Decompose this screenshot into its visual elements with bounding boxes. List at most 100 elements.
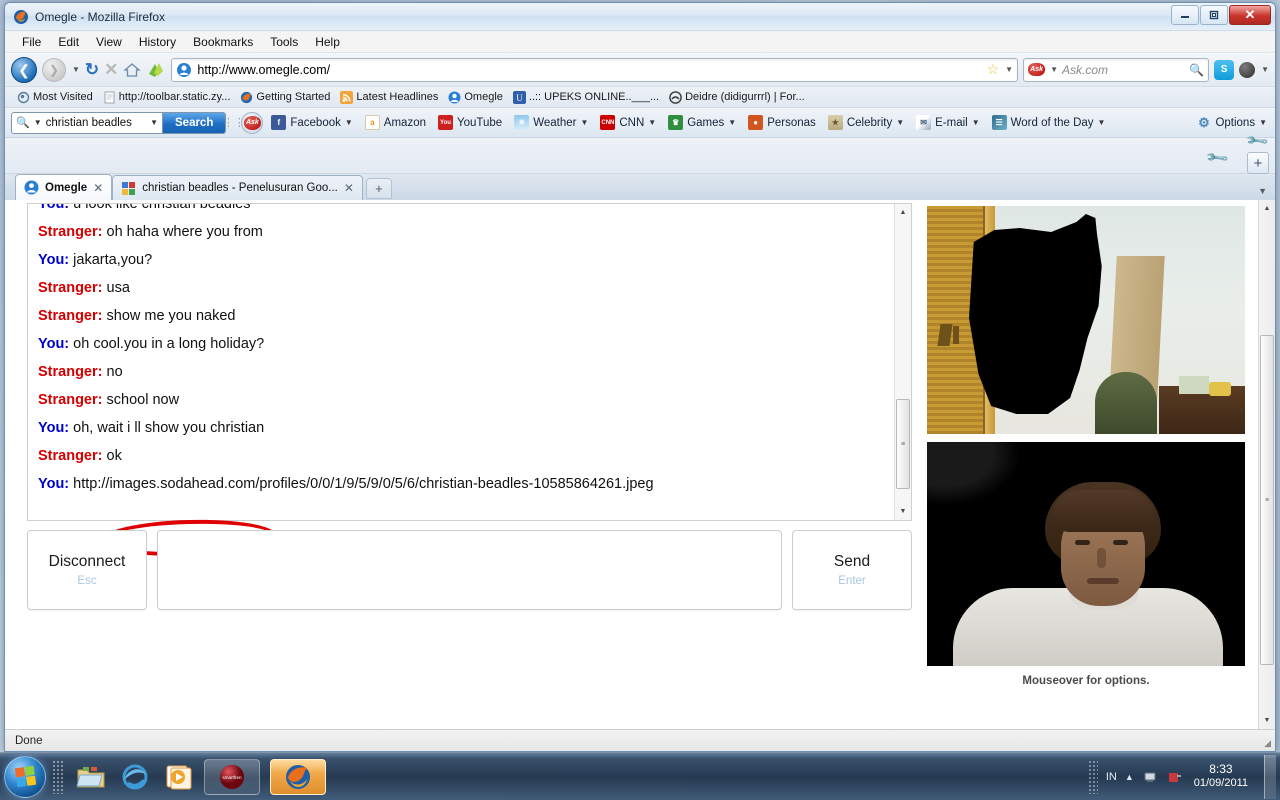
address-dropdown-icon[interactable]: ▼	[1005, 65, 1013, 74]
ask-search-button[interactable]: Search	[162, 112, 226, 133]
toolbar-item-games[interactable]: ♛ Games ▼	[664, 114, 740, 131]
chevron-down-icon[interactable]: ▼	[1098, 118, 1106, 127]
start-orb-icon[interactable]	[4, 755, 46, 798]
search-icon[interactable]: 🔍	[1189, 63, 1204, 77]
toolbar-item-youtube[interactable]: You YouTube	[434, 114, 506, 131]
page-scrollbar[interactable]: ▲ ≡ ▼	[1258, 200, 1275, 729]
address-bar[interactable]: http://www.omegle.com/ ☆ ▼	[171, 57, 1019, 82]
toolbar-item-email[interactable]: ✉ E-mail ▼	[912, 114, 984, 131]
stranger-video-pillow	[1179, 376, 1209, 394]
smartfren-taskbar-button[interactable]: smartfren	[204, 758, 260, 795]
disconnect-button[interactable]: Disconnect Esc	[27, 530, 147, 610]
nav-dropdown-icon[interactable]: ▼	[72, 65, 80, 74]
tray-grip-icon[interactable]	[1087, 759, 1098, 794]
add-panel-button[interactable]: +	[1247, 152, 1269, 174]
menu-edit[interactable]: Edit	[51, 33, 86, 51]
show-hidden-icons-button[interactable]: ▲	[1125, 772, 1134, 782]
windows-explorer-icon[interactable]	[76, 762, 106, 792]
wrench-icon[interactable]: 🔧	[1205, 145, 1230, 171]
close-icon[interactable]: ✕	[344, 182, 354, 194]
scroll-down-icon[interactable]: ▼	[895, 503, 911, 520]
bookmark-label: Getting Started	[256, 91, 331, 103]
ask-home-button[interactable]: Ask	[241, 111, 264, 134]
chat-scrollbar[interactable]: ▲ ≡ ▼	[894, 204, 911, 520]
reload-button[interactable]: ↻	[85, 60, 99, 80]
toolbar-item-weather[interactable]: ☀ Weather ▼	[510, 114, 592, 131]
scroll-down-icon[interactable]: ▼	[1259, 712, 1275, 729]
language-indicator[interactable]: IN	[1106, 771, 1117, 783]
scroll-up-icon[interactable]: ▲	[895, 204, 911, 221]
tab-strip: Omegle ✕ christian beadles - Penelusuran…	[5, 174, 1275, 201]
search-engine-caret-icon[interactable]: ▼	[34, 118, 42, 127]
addon-icon[interactable]	[1239, 61, 1256, 78]
bookmark-toolbar-static[interactable]: http://toolbar.static.zy...	[99, 90, 235, 105]
toolbar-item-cnn[interactable]: CNN CNN ▼	[596, 114, 660, 131]
chevron-down-icon[interactable]: ▼	[648, 118, 656, 127]
chat-scroll-track[interactable]: ≡	[895, 221, 911, 503]
back-button[interactable]: ❮	[11, 56, 37, 83]
message-input[interactable]	[157, 530, 782, 610]
taskbar-grip-icon[interactable]	[52, 759, 64, 794]
scroll-up-icon[interactable]: ▲	[1259, 200, 1275, 217]
toolbar-grip-icon[interactable]: ⋮⋮	[223, 115, 245, 131]
bookmark-deidre[interactable]: Deidre (didigurrrl) | For...	[665, 90, 809, 105]
menu-help[interactable]: Help	[308, 33, 347, 51]
your-video[interactable]	[926, 441, 1246, 667]
bookmark-latest-headlines[interactable]: Latest Headlines	[336, 90, 442, 105]
toolbar-item-word-of-the-day[interactable]: ☰ Word of the Day ▼	[988, 114, 1110, 131]
page-scroll-track[interactable]: ≡	[1259, 217, 1275, 712]
toolbar-options[interactable]: ⚙ Options ▼	[1196, 115, 1267, 130]
bookmark-star-icon[interactable]: ☆	[987, 61, 1000, 78]
close-icon[interactable]: ✕	[93, 182, 103, 194]
chat-scroll-thumb[interactable]: ≡	[896, 399, 910, 489]
toolbar-item-personas[interactable]: ● Personas	[744, 114, 820, 131]
stranger-video[interactable]	[926, 205, 1246, 435]
chat-line: You: jakarta,you?	[38, 246, 883, 274]
menu-bookmarks[interactable]: Bookmarks	[186, 33, 260, 51]
chevron-down-icon[interactable]: ▼	[896, 118, 904, 127]
chevron-down-icon[interactable]: ▼	[580, 118, 588, 127]
menu-view[interactable]: View	[89, 33, 129, 51]
send-button[interactable]: Send Enter	[792, 530, 912, 610]
bookmark-omegle[interactable]: Omegle	[444, 90, 507, 105]
chevron-down-icon[interactable]: ▼	[728, 118, 736, 127]
toolbar-item-amazon[interactable]: a Amazon	[361, 114, 430, 131]
clock[interactable]: 8:33 01/09/2011	[1190, 762, 1252, 791]
toolbar-item-facebook[interactable]: f Facebook ▼	[267, 114, 356, 131]
tab-omegle[interactable]: Omegle ✕	[15, 174, 113, 200]
home-button[interactable]	[123, 62, 142, 78]
windows-media-player-icon[interactable]	[164, 762, 194, 792]
show-desktop-button[interactable]	[1264, 754, 1276, 799]
close-button[interactable]: ✕	[1229, 5, 1271, 25]
chevron-down-icon[interactable]: ▼	[1259, 118, 1267, 127]
maximize-button[interactable]	[1200, 5, 1228, 25]
chevron-down-icon[interactable]: ▼	[345, 118, 353, 127]
firefox-taskbar-button[interactable]	[270, 758, 326, 795]
menu-history[interactable]: History	[132, 33, 183, 51]
chevron-down-icon[interactable]: ▼	[972, 118, 980, 127]
toolbar-item-celebrity[interactable]: ★ Celebrity ▼	[824, 114, 908, 131]
new-tab-button[interactable]: +	[365, 178, 392, 199]
search-bar[interactable]: Ask ▼ Ask.com 🔍	[1023, 57, 1210, 82]
usb-modem-icon[interactable]	[1166, 769, 1182, 785]
bookmark-most-visited[interactable]: Most Visited	[13, 90, 97, 105]
minimize-button[interactable]	[1171, 5, 1199, 25]
ask-history-caret-icon[interactable]: ▼	[150, 118, 158, 127]
bookmark-upeks-online[interactable]: U ..:: UPEKS ONLINE..___...	[509, 90, 663, 105]
resize-grip-icon[interactable]: ◢	[1264, 738, 1271, 749]
search-engine-dropdown-icon[interactable]: ▼	[1050, 65, 1058, 74]
page-scroll-thumb[interactable]: ≡	[1260, 335, 1274, 665]
stop-button[interactable]: ✕	[104, 60, 118, 80]
tab-google-search[interactable]: christian beadles - Penelusuran Goo... ✕	[112, 175, 363, 200]
addon-dropdown-icon[interactable]: ▼	[1261, 65, 1269, 74]
network-icon[interactable]	[1142, 769, 1158, 785]
menu-file[interactable]: File	[15, 33, 48, 51]
bookmark-getting-started[interactable]: Getting Started	[236, 90, 334, 105]
forward-button[interactable]: ❯	[42, 57, 66, 82]
internet-explorer-icon[interactable]	[120, 762, 150, 792]
list-all-tabs-icon[interactable]: ▼	[1258, 186, 1267, 196]
ask-search-input[interactable]: 🔍 ▼ christian beadles ▼	[12, 113, 162, 133]
skype-icon[interactable]: S	[1214, 59, 1235, 80]
search-input[interactable]: Ask.com	[1062, 63, 1185, 77]
menu-tools[interactable]: Tools	[263, 33, 305, 51]
